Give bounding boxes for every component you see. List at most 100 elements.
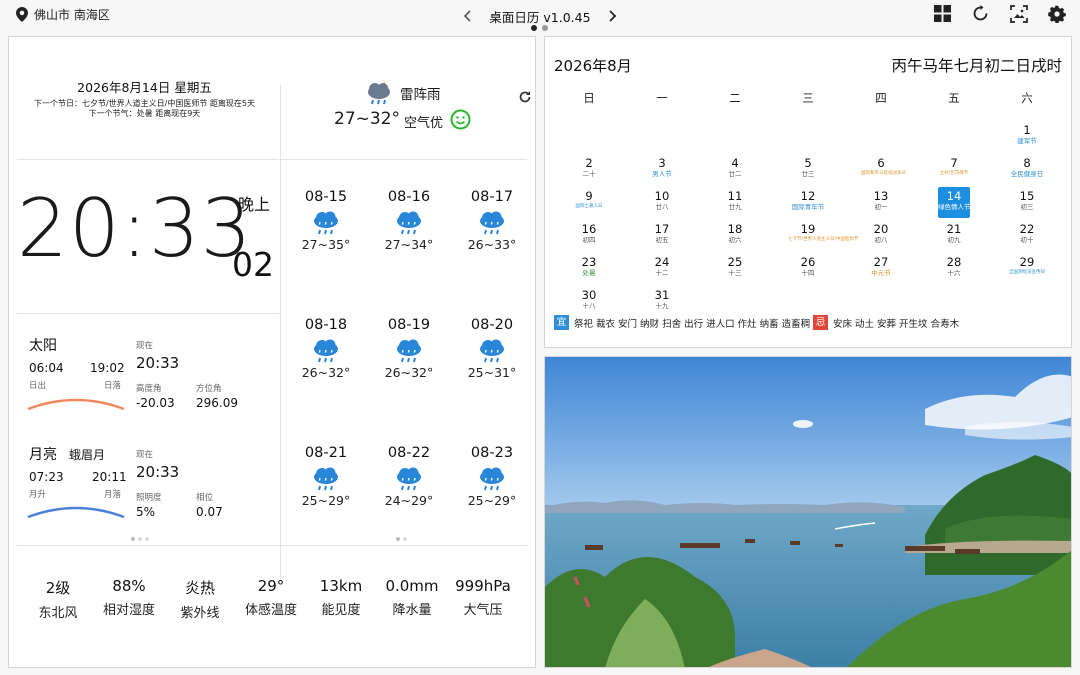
forecast-date: 08-17	[470, 189, 514, 205]
sunrise-time: 06:04	[29, 361, 64, 375]
gear-icon	[1047, 4, 1066, 23]
day-lunar-label: 绿色情人节	[938, 203, 971, 211]
day-lunar-label: 十九	[655, 302, 669, 310]
calendar-day[interactable]: 7 立秋/乞巧情节	[934, 154, 974, 185]
clock-time: 20:33	[17, 182, 253, 275]
forecast-temp: 27~34°	[384, 237, 434, 252]
calendar-day[interactable]: 22 初十	[1007, 220, 1047, 251]
forecast-temp: 26~33°	[467, 237, 517, 252]
calendar-day[interactable]: 17 初五	[642, 220, 682, 251]
forecast-date: 08-15	[304, 189, 348, 205]
day-lunar-label: 初十	[1020, 236, 1034, 244]
refresh-weather-icon[interactable]	[517, 89, 533, 105]
stat-label: 紫外线	[180, 606, 220, 621]
day-number: 18	[727, 222, 743, 236]
yi-text: 祭祀 裁衣 安门 纳财 扫舍 出行 进人口 作灶 纳畜 造畜稠	[574, 318, 811, 330]
calendar-day[interactable]: 27 中元节	[861, 253, 901, 284]
day-lunar-label: 十三	[728, 269, 742, 277]
calendar-day[interactable]: 20 初八	[861, 220, 901, 251]
rotate-button[interactable]	[971, 4, 990, 23]
day-number: 29	[1019, 255, 1035, 269]
rain-icon	[378, 335, 440, 365]
settings-button[interactable]	[1047, 4, 1066, 23]
screenshot-button[interactable]	[1009, 4, 1028, 23]
calendar-day[interactable]: 10 廿八	[642, 187, 682, 218]
calendar-day-today[interactable]: 14 绿色情人节	[938, 187, 971, 218]
day-lunar-label: 十二	[655, 269, 669, 277]
day-number: 27	[873, 255, 889, 269]
calendar-day[interactable]: 12 国际青年节	[788, 187, 828, 218]
calendar-day[interactable]: 16 初四	[569, 220, 609, 251]
forecast-day: 08-19 26~32°	[378, 317, 440, 380]
calendar-day[interactable]: 8 全民健身日	[1007, 154, 1047, 185]
calendar-day[interactable]: 19 七夕节/世界人道主义日/中国医师节	[788, 220, 859, 251]
day-number: 13	[873, 189, 889, 203]
calendar-day[interactable]: 24 十二	[642, 253, 682, 284]
calendar-day[interactable]: 4 廿二	[715, 154, 755, 185]
day-lunar-label: 建军节	[1017, 137, 1037, 145]
weather-stat: 88% 相对湿度	[96, 577, 162, 618]
screenshot-icon	[1009, 4, 1028, 23]
location-text: 佛山市 南海区	[34, 8, 110, 22]
day-number: 28	[946, 255, 962, 269]
calendar-panel: 2026年8月 丙午马年七月初二日戌时 日一二三四五六 1 建军节 2 二十 3 男人节 4 廿…	[544, 36, 1072, 348]
forecast-date: 08-23	[470, 445, 514, 461]
calendar-month[interactable]: 2026年8月	[554, 55, 632, 76]
calendar-day[interactable]: 29 全国测绘法宣传日	[1007, 253, 1047, 284]
moon-now-time: 20:33	[136, 463, 180, 481]
calendar-day[interactable]: 5 廿三	[788, 154, 828, 185]
calendar-day[interactable]: 6 国际和平与反核战争日	[861, 154, 906, 185]
moon-phase-name: 蛾眉月	[69, 448, 106, 462]
grid-view-button[interactable]	[933, 4, 952, 23]
lunar-date: 丙午马年七月初二日戌时	[891, 57, 1062, 75]
calendar-day[interactable]: 26 十四	[788, 253, 828, 284]
page-dot[interactable]	[542, 25, 548, 31]
divider	[17, 313, 279, 314]
calendar-day[interactable]: 28 十六	[934, 253, 974, 284]
day-number: 24	[654, 255, 670, 269]
rain-icon	[378, 463, 440, 493]
location[interactable]: 佛山市 南海区	[16, 6, 110, 23]
forecast-day: 08-23 25~29°	[461, 445, 523, 508]
calendar-day[interactable]: 31 十九	[642, 286, 682, 317]
calendar-day[interactable]: 1 建军节	[1007, 121, 1047, 152]
forecast-day: 08-22 24~29°	[378, 445, 440, 508]
calendar-day[interactable]: 18 初六	[715, 220, 755, 251]
calendar-day[interactable]: 9 国际土著人日	[569, 187, 609, 218]
rain-icon	[295, 207, 357, 237]
calendar-day[interactable]: 25 十三	[715, 253, 755, 284]
sun-now-label: 现在	[136, 341, 154, 351]
moon-title: 月亮	[29, 447, 57, 463]
left-pager[interactable]	[131, 537, 149, 541]
day-number: 22	[1019, 222, 1035, 236]
calendar-day[interactable]: 23 处暑	[569, 253, 609, 284]
weather-stat: 炎热 紫外线	[167, 577, 233, 621]
divider	[281, 159, 527, 160]
prev-page-button[interactable]	[460, 7, 474, 25]
day-lunar-label: 廿九	[728, 203, 742, 211]
ji-row: 忌 安床 动土 安葬 开生坟 合寿木	[813, 315, 959, 330]
forecast-pager[interactable]	[396, 537, 407, 541]
info-panel: 2026年8月14日 星期五 下一个节日：七夕节/世界人道主义日/中国医师节 距…	[8, 36, 536, 668]
moon-illumination: 5%	[136, 505, 156, 519]
calendar-day[interactable]: 2 二十	[569, 154, 609, 185]
day-number: 17	[654, 222, 670, 236]
calendar-day[interactable]: 30 十八	[569, 286, 609, 317]
next-page-button[interactable]	[606, 7, 620, 25]
day-number: 11	[727, 189, 743, 203]
scenery-photo	[544, 356, 1072, 668]
moonset-label: 月落	[104, 490, 122, 500]
top-bar: 佛山市 南海区 桌面日历 v1.0.45	[0, 0, 1080, 34]
calendar-day[interactable]: 3 男人节	[642, 154, 682, 185]
day-lunar-label: 初五	[655, 236, 669, 244]
day-number: 30	[581, 288, 597, 302]
calendar-day[interactable]: 21 初九	[934, 220, 974, 251]
calendar-day[interactable]: 13 初一	[861, 187, 901, 218]
day-number: 5	[804, 156, 812, 170]
calendar-day[interactable]: 11 廿九	[715, 187, 755, 218]
page-dot-active[interactable]	[531, 25, 537, 31]
day-lunar-label: 全民健身日	[1010, 170, 1044, 178]
forecast-date: 08-18	[304, 317, 348, 333]
day-number: 4	[731, 156, 739, 170]
calendar-day[interactable]: 15 初三	[1007, 187, 1047, 218]
